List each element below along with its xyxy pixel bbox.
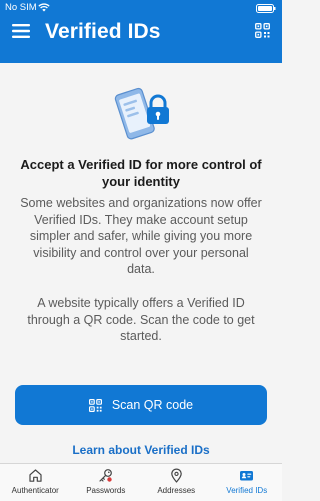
scan-qr-code-label: Scan QR code xyxy=(111,398,194,412)
tab-passwords[interactable]: Passwords xyxy=(71,464,142,501)
tab-label: Verified IDs xyxy=(226,486,268,495)
wifi-icon xyxy=(38,3,50,12)
headline: Accept a Verified ID for more control of… xyxy=(20,157,262,189)
tab-authenticator[interactable]: Authenticator xyxy=(0,464,71,501)
home-icon xyxy=(29,469,42,482)
tab-verified-ids[interactable]: Verified IDs xyxy=(212,464,283,501)
scan-qr-code-button[interactable]: Scan QR code xyxy=(15,385,267,425)
tab-label: Authenticator xyxy=(11,486,59,495)
verified-id-icon xyxy=(240,471,254,481)
carrier-label: No SIM xyxy=(5,2,37,13)
tab-addresses[interactable]: Addresses xyxy=(141,464,212,501)
location-pin-icon xyxy=(170,468,182,483)
status-bar: No SIM xyxy=(0,0,282,16)
tab-label: Passwords xyxy=(86,486,126,495)
qr-code-icon xyxy=(88,398,102,412)
qr-instructions-paragraph: A website typically offers a Verified ID… xyxy=(27,296,255,343)
qr-scan-icon[interactable] xyxy=(255,23,270,38)
phone-lock-illustration xyxy=(114,87,169,140)
page-title: Verified IDs xyxy=(45,20,161,43)
learn-about-verified-ids-link[interactable]: Learn about Verified IDs xyxy=(0,443,282,457)
key-icon xyxy=(99,469,113,482)
battery-icon xyxy=(256,4,276,13)
bottom-tab-bar: Authenticator Passwords Addresses Verifi… xyxy=(0,463,282,501)
hamburger-menu-icon[interactable] xyxy=(12,24,30,38)
tab-label: Addresses xyxy=(157,486,196,495)
description-paragraph: Some websites and organizations now offe… xyxy=(20,196,262,276)
app-header: No SIM Verified IDs xyxy=(0,0,282,63)
